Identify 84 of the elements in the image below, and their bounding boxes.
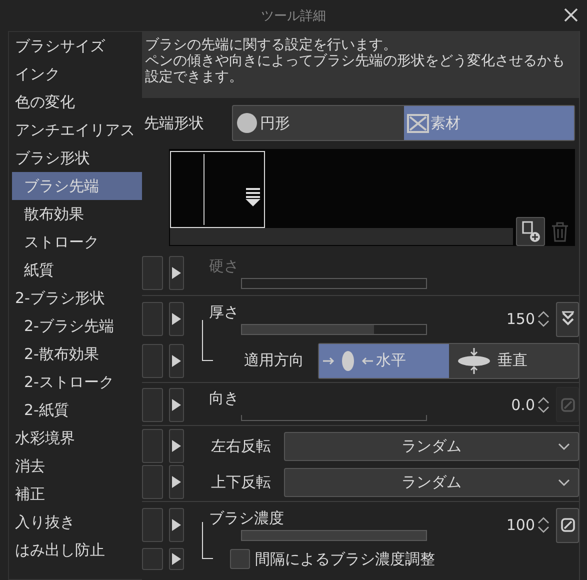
chevron-down-icon [558, 442, 570, 450]
expand-button[interactable] [169, 548, 184, 570]
sidebar-item[interactable]: 2-ストローク [9, 368, 142, 396]
play-icon [172, 313, 181, 325]
sidebar-item[interactable]: インク [9, 60, 142, 88]
setting-label: 向き [209, 388, 240, 408]
close-icon[interactable] [563, 7, 579, 23]
value-text: 100 [506, 516, 535, 534]
sidebar-item[interactable]: ストローク [9, 228, 142, 256]
expand-button[interactable] [169, 508, 184, 542]
sidebar-item[interactable]: ブラシ形状 [9, 144, 142, 172]
toggle-box[interactable] [142, 465, 163, 499]
window-title: ツール詳細 [261, 8, 326, 24]
expand-button[interactable] [169, 256, 184, 290]
play-icon [172, 519, 181, 531]
pressure-button[interactable] [556, 508, 579, 542]
expand-button[interactable] [169, 465, 184, 499]
toggle-box[interactable] [142, 302, 163, 336]
chevron-down-icon [558, 478, 570, 486]
checkbox-label: 間隔によるブラシ濃度調整 [255, 550, 435, 568]
sidebar-item[interactable]: 色の変化 [9, 88, 142, 116]
play-icon [172, 267, 181, 279]
add-material-button[interactable] [516, 217, 545, 246]
toggle-box[interactable] [142, 508, 163, 542]
value-text: 0.0 [511, 396, 535, 414]
expand-button[interactable] [169, 429, 184, 463]
spinner-icon[interactable] [537, 394, 550, 414]
sidebar-item[interactable]: 2-ブラシ形状 [9, 284, 142, 312]
sidebar-item[interactable]: 2-散布効果 [9, 340, 142, 368]
checkbox[interactable] [230, 549, 250, 569]
setting-label: 硬さ [209, 257, 240, 276]
sidebar-item[interactable]: はみ出し防止 [9, 536, 142, 564]
play-icon [172, 553, 181, 565]
sidebar-item[interactable]: 散布効果 [9, 200, 142, 228]
preview-scrollbar[interactable] [170, 228, 513, 245]
sidebar-item[interactable]: 入り抜き [9, 508, 142, 536]
play-icon [172, 354, 181, 366]
circle-icon [236, 112, 258, 134]
toggle-box[interactable] [142, 388, 163, 422]
setting-label: 適用方向 [244, 351, 304, 370]
play-icon [172, 440, 181, 452]
spinner-icon[interactable] [537, 515, 550, 535]
dropdown[interactable]: ランダム [284, 468, 579, 496]
dropdown[interactable]: ランダム [284, 432, 579, 460]
expand-button[interactable] [169, 302, 184, 336]
expand-button[interactable] [169, 344, 184, 378]
sidebar-item[interactable]: 紙質 [9, 256, 142, 284]
setting-label: 上下反転 [211, 472, 272, 492]
add-file-icon [520, 220, 540, 242]
sidebar-item[interactable]: 消去 [9, 452, 142, 480]
slash-icon [560, 398, 574, 412]
toggle-box[interactable] [142, 256, 163, 290]
setting-label: 左右反転 [211, 436, 272, 456]
slider[interactable] [241, 324, 427, 335]
sidebar-item[interactable]: 2-紙質 [9, 396, 142, 424]
setting-label: 厚さ [209, 303, 240, 322]
description-text: ブラシの先端に関する設定を行います。 [145, 37, 398, 53]
setting-label: ブラシ濃度 [209, 509, 285, 528]
sidebar-item[interactable]: 2-ブラシ先端 [9, 312, 142, 340]
slider[interactable] [241, 414, 427, 420]
sidebar-item[interactable]: ブラシサイズ [9, 32, 142, 60]
segment-option[interactable]: 垂直 [448, 344, 578, 378]
sidebar-item[interactable]: アンチエイリアス [9, 116, 142, 144]
spinner-icon[interactable] [537, 309, 550, 329]
segment-option[interactable]: 円形 [233, 106, 404, 140]
expand-button[interactable] [169, 388, 184, 422]
value-text: 150 [506, 310, 535, 328]
material-icon [406, 113, 428, 133]
play-icon [172, 476, 181, 488]
tip-thumbnail[interactable] [170, 151, 265, 228]
pressure-button[interactable] [556, 302, 579, 336]
play-icon [172, 398, 181, 410]
sidebar-item[interactable]: 補正 [9, 480, 142, 508]
toggle-box[interactable] [142, 429, 163, 463]
slider[interactable] [241, 530, 427, 541]
double-chevron-icon [560, 311, 574, 327]
slash-icon [560, 518, 574, 532]
sidebar-item[interactable]: 水彩境界 [9, 424, 142, 452]
toggle-box[interactable] [142, 548, 163, 570]
sidebar-item[interactable]: ブラシ先端 [12, 172, 142, 200]
description-text: ペンの傾きや向きによってブラシ先端の形状をどう変化させるかも設定できます。 [145, 53, 566, 85]
setting-label: 先端形状 [143, 114, 205, 132]
horizontal-arrows-icon [322, 350, 374, 372]
toggle-box[interactable] [142, 344, 163, 378]
